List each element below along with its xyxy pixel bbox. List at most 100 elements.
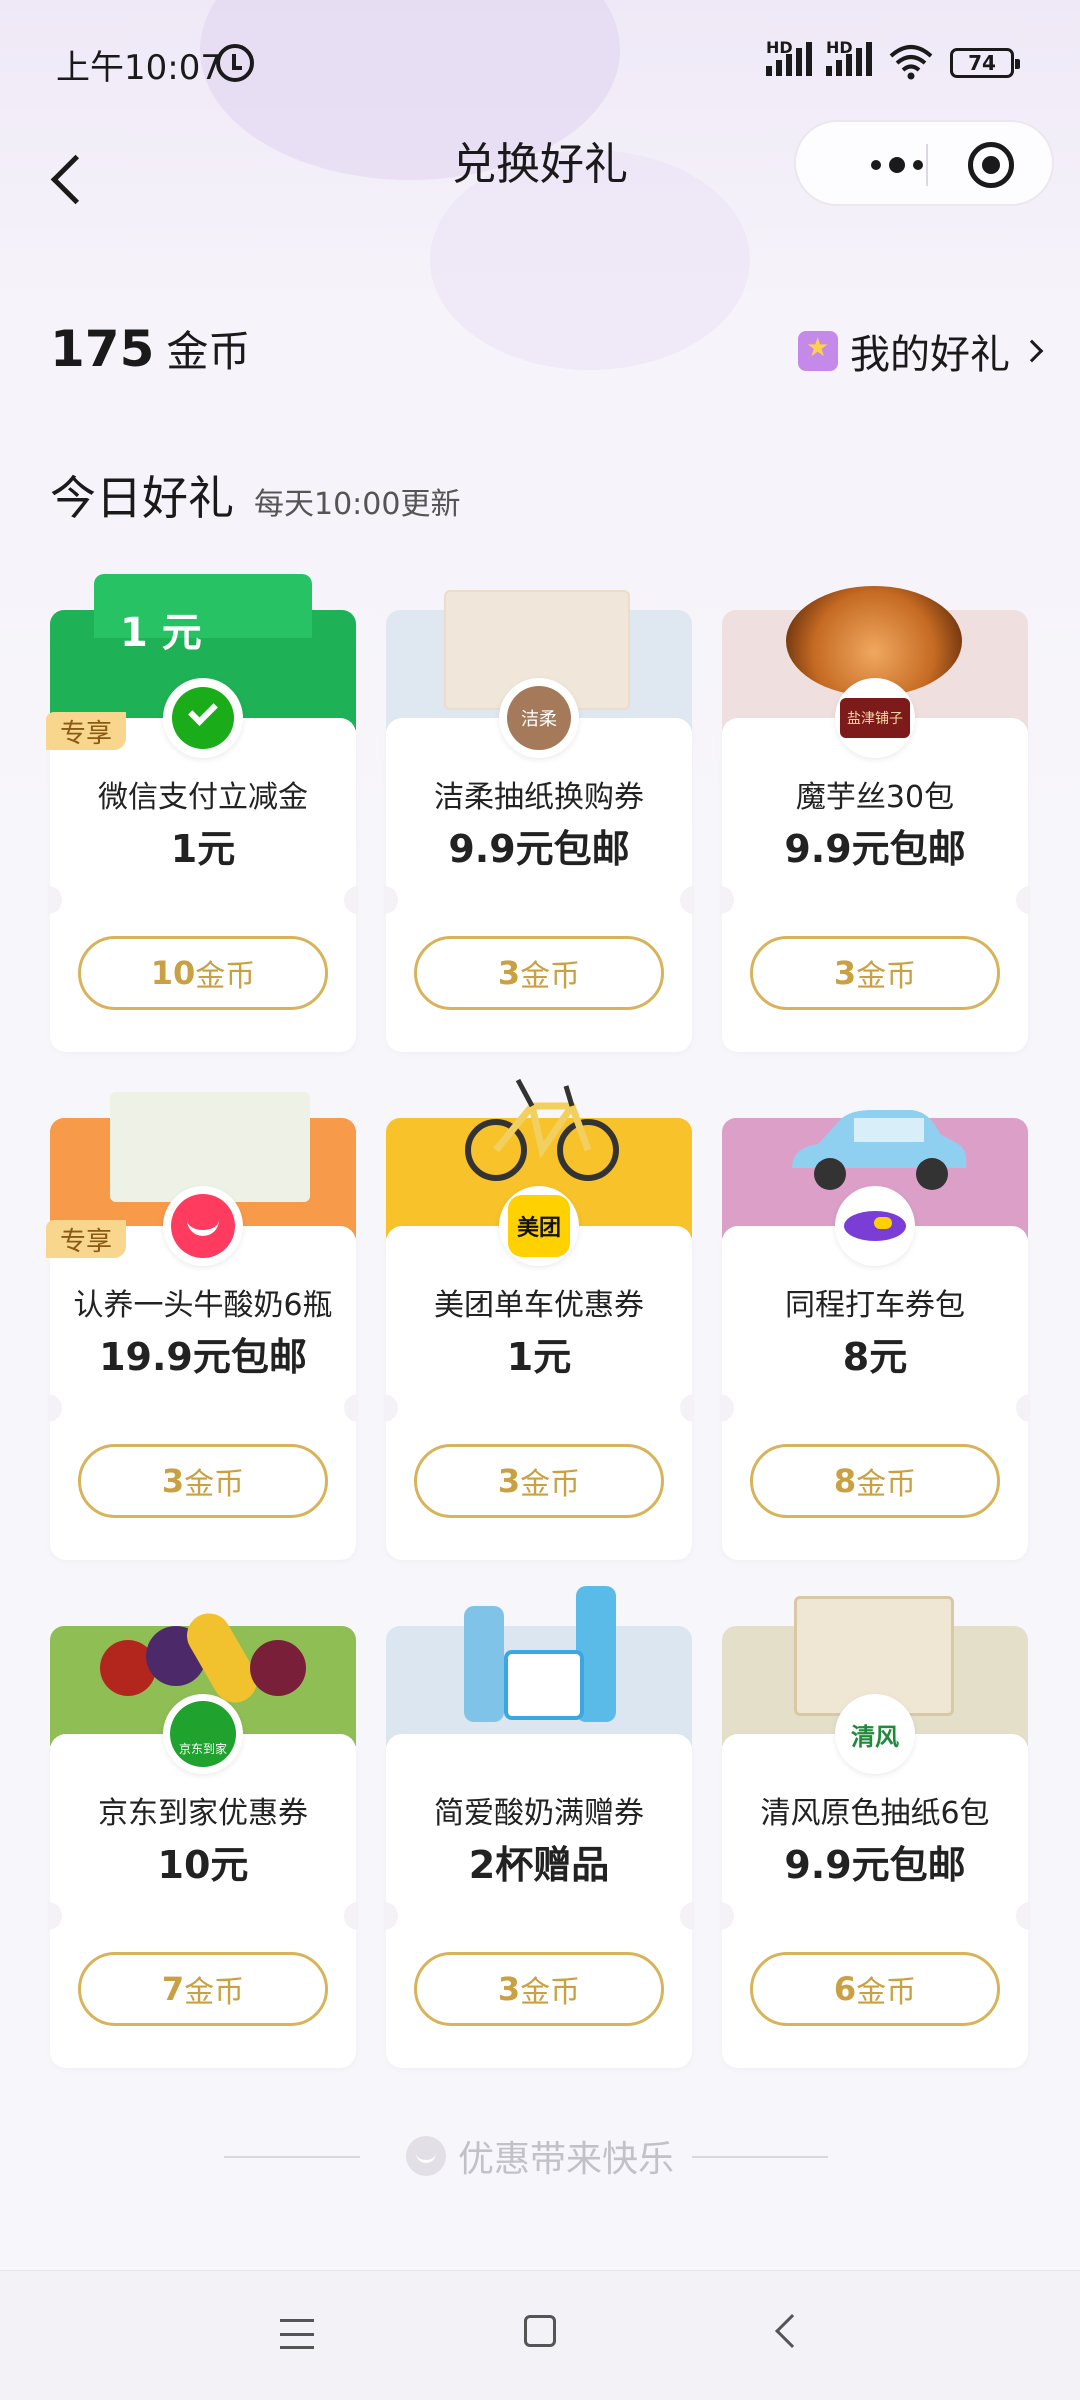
gift-name: 洁柔抽纸换购券 xyxy=(434,780,644,815)
redeem-button[interactable]: 6 金币 xyxy=(750,1952,1000,2026)
coin-cost-unit: 金币 xyxy=(520,1975,581,2010)
yogurt-bottle-image xyxy=(464,1606,504,1722)
wifi-icon xyxy=(889,45,933,80)
gift-card[interactable]: 1 元 专享 微信支付立减金 1元 10 金币 xyxy=(46,574,358,1052)
gift-name: 京东到家优惠券 xyxy=(98,1796,308,1831)
gift-price: 2杯赠品 xyxy=(468,1843,610,1887)
footer-slogan: 优惠带来快乐 xyxy=(0,2130,1080,2182)
gift-price: 8元 xyxy=(842,1335,908,1379)
banner-amount: 1 元 xyxy=(120,610,202,656)
redeem-button[interactable]: 3 金币 xyxy=(414,1952,664,2026)
section-subtitle: 每天10:00更新 xyxy=(254,487,461,522)
coin-cost-unit: 金币 xyxy=(520,1467,581,1502)
redeem-button[interactable]: 3 金币 xyxy=(750,936,1000,1010)
signal-icon-2: HD xyxy=(826,38,872,76)
battery-icon: 74 xyxy=(950,48,1020,78)
redeem-button[interactable]: 3 金币 xyxy=(414,936,664,1010)
coin-cost: 3 xyxy=(833,954,857,992)
renyang-logo xyxy=(163,1186,243,1266)
tongcheng-logo xyxy=(835,1186,915,1266)
miniprogram-capsule xyxy=(794,120,1054,206)
gift-card[interactable]: 京东到家 京东到家优惠券 10元 7 金币 xyxy=(48,1590,358,2068)
status-time: 上午10:07 xyxy=(56,48,222,88)
redeem-button[interactable]: 3 金币 xyxy=(414,1444,664,1518)
coin-cost-unit: 金币 xyxy=(184,1975,245,2010)
yogurt-product-image xyxy=(110,1092,310,1202)
exclusive-tag: 专享 xyxy=(46,1220,126,1258)
qingfeng-logo: 清风 xyxy=(835,1694,915,1774)
gift-price: 10元 xyxy=(157,1843,249,1887)
coin-cost: 3 xyxy=(161,1462,185,1500)
coin-cost: 6 xyxy=(833,1970,857,2008)
gift-price: 9.9元包邮 xyxy=(784,827,966,871)
coin-cost-unit: 金币 xyxy=(520,959,581,994)
coin-cost: 3 xyxy=(497,1462,521,1500)
coin-cost: 10 xyxy=(150,954,196,992)
hd-label: HD xyxy=(826,38,853,57)
recent-apps-button[interactable] xyxy=(280,2319,314,2349)
my-gifts-label: 我的好礼 xyxy=(850,332,1010,378)
yanjin-logo: 盐津铺子 xyxy=(835,678,915,758)
gift-name: 美团单车优惠券 xyxy=(434,1288,644,1323)
gift-name: 简爱酸奶满赠券 xyxy=(434,1796,644,1831)
close-miniprogram-button[interactable] xyxy=(968,142,1014,188)
capsule-divider xyxy=(926,144,928,186)
section-header: 今日好礼 每天10:00更新 xyxy=(50,462,460,528)
gift-name: 清风原色抽纸6包 xyxy=(760,1796,990,1831)
gift-price: 9.9元包邮 xyxy=(784,1843,966,1887)
home-button[interactable] xyxy=(524,2315,556,2347)
my-gifts-link[interactable]: 我的好礼 xyxy=(798,322,1044,380)
coin-cost-unit: 金币 xyxy=(195,959,256,994)
redeem-button[interactable]: 10 金币 xyxy=(78,936,328,1010)
more-options-button[interactable] xyxy=(832,122,962,208)
wechat-pay-icon xyxy=(163,678,243,758)
smile-icon xyxy=(405,2136,446,2176)
bicycle-image xyxy=(465,1078,619,1181)
gift-card[interactable]: 美团 美团单车优惠券 1元 3 金币 xyxy=(384,1078,694,1560)
coin-cost: 7 xyxy=(161,1970,185,2008)
coin-cost: 8 xyxy=(833,1462,857,1500)
coin-cost-unit: 金币 xyxy=(856,1467,917,1502)
gift-calendar-icon xyxy=(798,331,838,371)
coin-cost: 3 xyxy=(497,1970,521,2008)
redeem-button[interactable]: 8 金币 xyxy=(750,1444,1000,1518)
coin-cost-unit: 金币 xyxy=(184,1467,245,1502)
system-back-button[interactable] xyxy=(775,2314,809,2348)
gift-card[interactable]: 清风 清风原色抽纸6包 9.9元包邮 6 金币 xyxy=(720,1590,1030,2068)
meituan-logo: 美团 xyxy=(499,1186,579,1266)
section-title: 今日好礼 xyxy=(50,471,234,525)
jierou-logo: 洁柔 xyxy=(499,678,579,758)
redeem-button[interactable]: 7 金币 xyxy=(78,1952,328,2026)
coin-cost: 3 xyxy=(497,954,521,992)
coin-cost-unit: 金币 xyxy=(856,1975,917,2010)
chevron-right-icon xyxy=(1020,339,1044,363)
footer-text: 优惠带来快乐 xyxy=(457,2139,674,2180)
gift-card[interactable]: 简爱酸奶满赠券 2杯赠品 3 金币 xyxy=(384,1586,694,2068)
gift-name: 魔芋丝30包 xyxy=(795,780,955,815)
gift-card[interactable]: 专享 认养一头牛酸奶6瓶 19.9元包邮 3 金币 xyxy=(46,1082,358,1560)
signal-icon: HD xyxy=(766,38,812,76)
coin-balance: 175 金币 xyxy=(50,318,250,379)
gift-name: 认养一头牛酸奶6瓶 xyxy=(73,1288,333,1323)
gift-name: 同程打车券包 xyxy=(785,1288,965,1323)
nav-bar: 兑换好礼 xyxy=(0,120,1080,250)
jianai-logo xyxy=(499,1694,579,1774)
system-navigation-bar xyxy=(0,2270,1080,2400)
jddj-logo: 京东到家 xyxy=(163,1694,243,1774)
vegetables-image xyxy=(100,1605,310,1711)
coin-unit: 金币 xyxy=(166,327,251,376)
gift-price: 19.9元包邮 xyxy=(99,1335,307,1379)
status-bar: 上午10:07 HD HD 74 xyxy=(0,0,1080,120)
gift-price: 9.9元包邮 xyxy=(448,827,630,871)
redeem-button[interactable]: 3 金币 xyxy=(78,1444,328,1518)
gift-price: 1元 xyxy=(170,827,236,871)
hd-label: HD xyxy=(766,38,793,57)
gift-name: 微信支付立减金 xyxy=(98,780,308,815)
alarm-icon xyxy=(216,44,254,82)
gift-card[interactable]: 同程打车券包 8元 8 金币 xyxy=(720,1082,1030,1560)
exclusive-tag: 专享 xyxy=(46,712,126,750)
gift-card[interactable]: 洁柔 洁柔抽纸换购券 9.9元包邮 3 金币 xyxy=(384,574,694,1052)
coin-cost-unit: 金币 xyxy=(856,959,917,994)
gift-card[interactable]: 盐津铺子 魔芋丝30包 9.9元包邮 3 金币 xyxy=(720,574,1030,1052)
coin-amount: 175 xyxy=(50,320,155,378)
